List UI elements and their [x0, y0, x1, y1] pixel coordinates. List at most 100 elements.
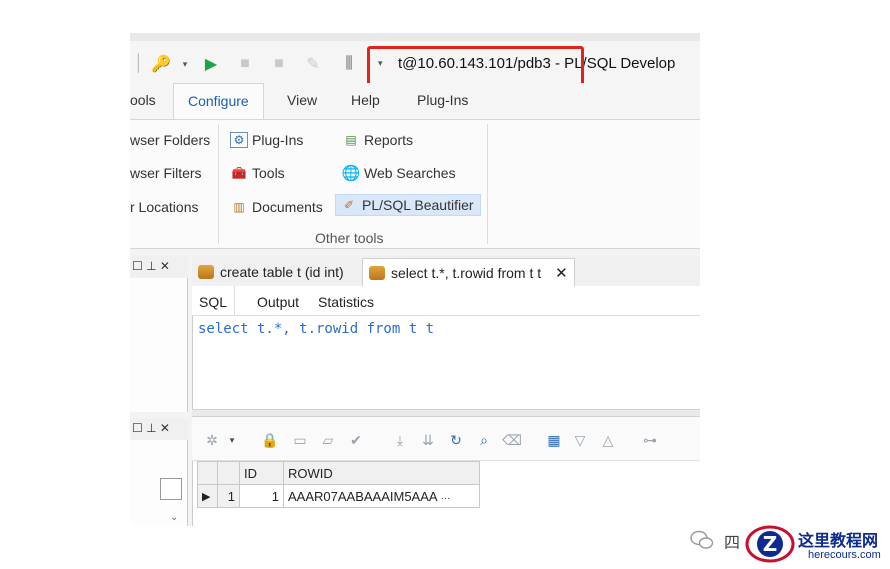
sql-statement: select t.*, t.rowid from t t: [198, 321, 435, 337]
row-number: 1: [217, 484, 240, 508]
chevron-down-icon[interactable]: ⌄: [170, 512, 178, 523]
plsql-developer-window: │ 🔑 ▾ ▶ ■ ■ ✎ ⫼ ▾ t@10.60.143.101/pdb3 -…: [130, 33, 700, 526]
cell-rowid[interactable]: AAAR07AABAAAIM5AAA ···: [283, 484, 480, 508]
result-grid-toolbar: ✲ ▾ 🔒 ▭ ▱ ✔ ⤓ ⇊ ↻ ⌕ ⌫ ▦ ▽ △ ⊶: [192, 417, 700, 461]
column-header-id[interactable]: ID: [239, 461, 284, 485]
reports-label: Reports: [364, 132, 414, 148]
tools-label: Tools: [252, 165, 285, 181]
current-row-arrow-icon: ▶: [197, 484, 218, 508]
tab-view[interactable]: View: [287, 92, 317, 108]
dock-pin-controls[interactable]: ☐ ⊥ ✕: [132, 259, 170, 273]
svg-text:Z: Z: [763, 532, 778, 556]
beautifier-icon: ✐: [343, 198, 355, 212]
reports-button[interactable]: ▤ Reports: [342, 132, 413, 148]
editor-sub-tab-bar: SQL Output Statistics: [192, 286, 700, 316]
ribbon-divider: [487, 124, 488, 244]
toolbar-separator-icon: │: [134, 55, 144, 72]
row-indicator-header: [197, 461, 218, 485]
fetch-next-icon[interactable]: ⤓: [390, 430, 410, 450]
browser-folders-button[interactable]: wser Folders: [130, 132, 210, 148]
tab-statistics[interactable]: Statistics: [318, 294, 374, 310]
locations-label: r Locations: [130, 199, 199, 215]
chevron-down-icon[interactable]: ▾: [222, 430, 242, 450]
tab-output[interactable]: Output: [257, 294, 299, 310]
documents-label: Documents: [252, 199, 323, 215]
sql-editor[interactable]: select t.*, t.rowid from t t: [192, 316, 700, 409]
refresh-icon[interactable]: ↻: [446, 430, 466, 450]
column-header-rowid[interactable]: ROWID: [283, 461, 480, 485]
settings-sliders-icon[interactable]: ⫼: [338, 53, 360, 75]
execute-icon[interactable]: ▶: [200, 53, 222, 75]
watermark-site-name: 这里教程网: [798, 531, 879, 550]
title-bar: │ 🔑 ▾ ▶ ■ ■ ✎ ⫼ ▾ t@10.60.143.101/pdb3 -…: [130, 33, 700, 90]
insert-record-icon[interactable]: ▭: [290, 430, 310, 450]
filter-down-icon[interactable]: ▽: [570, 430, 590, 450]
dock-checkbox[interactable]: [160, 478, 182, 500]
watermark-text: 四: [724, 535, 741, 552]
tab-create-table[interactable]: create table t (id int): [192, 258, 350, 286]
delete-record-icon[interactable]: ▱: [318, 430, 338, 450]
tab-configure[interactable]: Configure: [173, 83, 264, 120]
tab-create-table-label: create table t (id int): [220, 264, 344, 280]
browser-filters-label: wser Filters: [130, 165, 202, 181]
lock-icon[interactable]: 🔒: [260, 430, 280, 450]
tab-select-query-label: select t.*, t.rowid from t t: [391, 264, 542, 281]
web-searches-button[interactable]: 🌐 Web Searches: [341, 165, 456, 182]
cell-id[interactable]: 1: [239, 484, 284, 508]
dock-panel-top: [130, 278, 188, 412]
ribbon-tab-bar: ools Configure View Help Plug-Ins: [130, 83, 700, 120]
dock-panel-bottom: ⌄: [130, 440, 188, 526]
fetch-last-icon[interactable]: ⇊: [418, 430, 438, 450]
plsql-beautifier-label: PL/SQL Beautifier: [362, 197, 474, 213]
books-icon: ▥: [233, 200, 245, 214]
toolbox-icon: 🧰: [231, 166, 247, 180]
tab-sql[interactable]: SQL: [192, 286, 236, 316]
ribbon-divider: [218, 124, 219, 244]
document-tab-bar: create table t (id int) select t.*, t.ro…: [192, 256, 700, 286]
clear-icon[interactable]: ⌫: [502, 430, 522, 450]
cell-rowid-value: AAAR07AABAAAIM5AAA: [288, 488, 437, 504]
browser-folders-label: wser Folders: [130, 132, 211, 148]
result-table: ID ROWID ▶ 1 1 AAAR07AABAAAIM5AAA ···: [197, 461, 480, 508]
key-icon[interactable]: 🔑: [150, 53, 172, 75]
plug-in-icon: ⚙: [230, 132, 248, 148]
find-icon[interactable]: ⌕: [474, 430, 494, 450]
post-changes-icon[interactable]: ✔: [346, 430, 366, 450]
wechat-icon: [690, 530, 714, 549]
chevron-down-icon[interactable]: ▾: [174, 53, 196, 75]
tools-button[interactable]: 🧰 Tools: [230, 165, 285, 181]
dock-header-top: ☐ ⊥ ✕: [130, 256, 188, 278]
table-header-row: ID ROWID: [197, 461, 480, 485]
table-row[interactable]: ▶ 1 1 AAAR07AABAAAIM5AAA ···: [197, 484, 480, 508]
tab-tools[interactable]: ools: [130, 92, 156, 108]
documents-button[interactable]: ▥ Documents: [230, 199, 323, 215]
site-logo-icon: Z: [745, 525, 795, 563]
report-icon: ▤: [345, 133, 357, 147]
tree-view-icon[interactable]: ⊶: [640, 430, 660, 450]
break-icon[interactable]: ✎: [302, 53, 324, 75]
watermark-site-url: herecours.com: [808, 549, 881, 561]
lock-icon[interactable]: ■: [234, 53, 256, 75]
web-searches-label: Web Searches: [364, 165, 456, 181]
commit-icon[interactable]: ■: [268, 53, 290, 75]
pane-splitter[interactable]: [192, 409, 700, 417]
dock-pin-controls[interactable]: ☐ ⊥ ✕: [132, 421, 170, 435]
plsql-beautifier-button[interactable]: ✐ PL/SQL Beautifier: [335, 194, 481, 216]
cell-more-button[interactable]: ···: [440, 493, 450, 504]
database-icon: [198, 265, 214, 279]
globe-icon: 🌐: [341, 165, 361, 182]
export-icon[interactable]: ▦: [544, 430, 564, 450]
plug-ins-button[interactable]: ⚙ Plug-Ins: [230, 132, 303, 148]
tab-plug-ins[interactable]: Plug-Ins: [417, 92, 468, 108]
browser-filters-button[interactable]: wser Filters: [130, 165, 202, 181]
locations-button[interactable]: r Locations: [130, 199, 198, 215]
close-icon[interactable]: ✕: [555, 264, 568, 282]
filter-up-icon[interactable]: △: [598, 430, 618, 450]
gear-icon[interactable]: ✲: [202, 430, 222, 450]
database-icon: [369, 265, 385, 280]
ribbon-panel: wser Folders wser Filters r Locations ⚙ …: [130, 119, 700, 249]
plug-ins-label: Plug-Ins: [252, 132, 304, 148]
tab-help[interactable]: Help: [351, 92, 380, 108]
ribbon-group-label: Other tools: [315, 230, 384, 246]
tab-select-query[interactable]: select t.*, t.rowid from t t ✕: [362, 258, 575, 286]
